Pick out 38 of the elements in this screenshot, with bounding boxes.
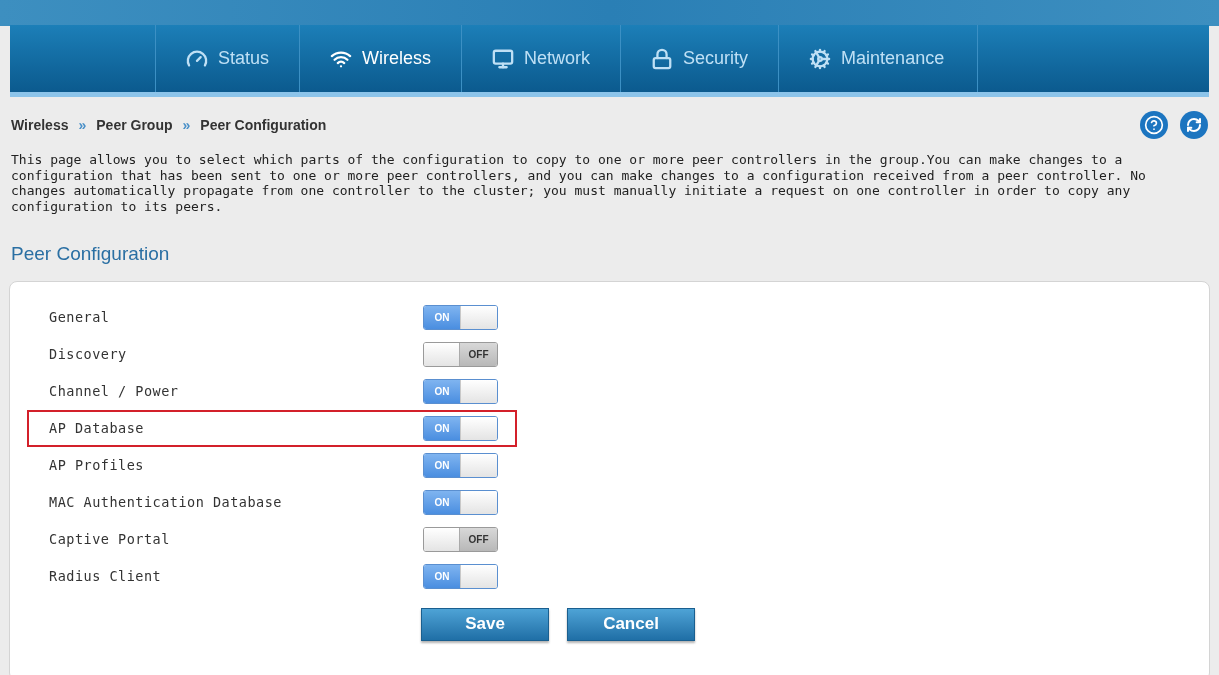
setting-label: AP Profiles [49,455,145,475]
toggle-switch[interactable]: OFF [423,341,498,367]
gear-icon [809,47,832,70]
breadcrumb-link[interactable]: Peer Group [96,114,173,136]
toggle-switch[interactable]: ON [423,489,498,515]
setting-label: MAC Authentication Database [49,492,283,512]
toggle-state-label: ON [424,379,460,403]
breadcrumb-link[interactable]: Peer Configuration [200,114,327,136]
toggle-state-label: ON [424,305,460,329]
toggle-state-label: OFF [460,527,497,551]
toggle-switch[interactable]: ON [423,452,498,478]
setting-label: Radius Client [49,566,163,586]
toggle-switch[interactable]: ON [423,378,498,404]
refresh-icon[interactable] [1180,111,1208,139]
breadcrumb-separator: » [182,115,191,135]
setting-label: Discovery [49,344,128,364]
toggle-switch[interactable]: ON [423,415,498,441]
setting-label: AP Database [49,418,145,438]
toggle-state-label: ON [424,416,460,440]
toggle-switch[interactable]: ON [423,563,498,589]
help-icon[interactable] [1140,111,1168,139]
toggle-state-label: ON [424,564,460,588]
breadcrumb-separator: » [78,115,87,135]
cancel-button[interactable]: Cancel [567,607,695,641]
toggle-switch[interactable]: OFF [423,526,498,552]
toggle-state-label: OFF [460,342,497,366]
save-button[interactable]: Save [421,607,549,641]
page-description: This page allows you to select which parts of the configuration to copy to one or more peer controllers in the group.You can make changes to a configuration that has been sent to one or more peer controllers, and you can make changes to a configuration received from a peer controller. No changes automatically propagate from one controller to the cluster; you must manually initiate a request on one controller in order to copy any configuration to its peers. [10,152,1147,214]
setting-label: Captive Portal [49,529,171,549]
toggle-switch[interactable]: ON [423,304,498,330]
monitor-icon [492,47,515,70]
setting-label: Channel / Power [49,381,180,401]
toggle-state-label: ON [424,453,460,477]
section-title: Peer Configuration [10,242,171,266]
toggle-state-label: ON [424,490,460,514]
setting-label: General [49,307,111,327]
breadcrumb-link[interactable]: Wireless [11,114,69,136]
lock-icon [651,47,674,70]
